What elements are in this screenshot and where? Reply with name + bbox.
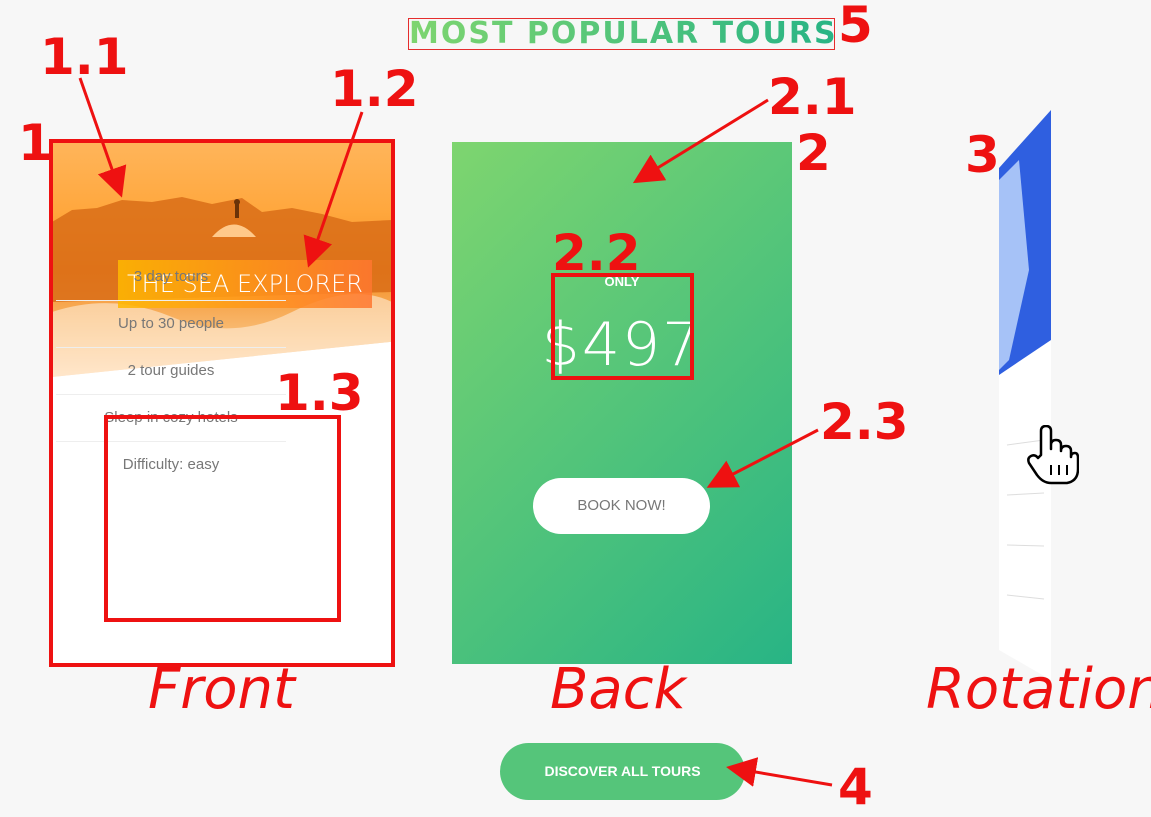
annotation-3: 3 — [965, 126, 1000, 184]
annotation-1: 1 — [18, 114, 53, 172]
annotation-1-1: 1.1 — [40, 28, 129, 86]
annotation-2: 2 — [796, 124, 831, 182]
arrow-1-2 — [303, 111, 364, 268]
caption-back: Back — [550, 657, 686, 722]
annotation-2-3: 2.3 — [820, 393, 909, 451]
annotation-2-2: 2.2 — [552, 224, 641, 282]
annotation-4: 4 — [838, 758, 873, 816]
arrow-1-1 — [78, 77, 127, 198]
annotation-2-1: 2.1 — [768, 68, 857, 126]
caption-front: Front — [148, 657, 295, 722]
arrow-2-3 — [706, 428, 819, 488]
arrow-2-1 — [632, 98, 769, 184]
annotation-1-2: 1.2 — [330, 60, 419, 118]
arrow-4 — [726, 757, 833, 787]
annotation-1-3: 1.3 — [275, 364, 364, 422]
caption-rotation: Rotation — [926, 657, 1151, 722]
